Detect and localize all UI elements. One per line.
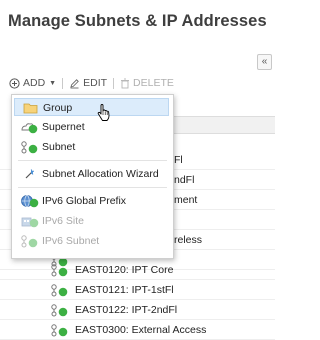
tree-row-label: ndFl: [174, 174, 195, 186]
menu-item-label: IPv6 Global Prefix: [42, 195, 127, 207]
tree-row-label: EAST0120: IPT Core: [75, 264, 174, 276]
wizard-icon: [25, 168, 35, 179]
site-icon: [21, 217, 39, 228]
tree-row-label: EAST0122: IPT-2ndFl: [75, 304, 178, 316]
subnet-status-icon: [51, 264, 68, 277]
collapse-panel-button[interactable]: «: [257, 54, 272, 70]
menu-item-label: IPv6 Site: [42, 215, 85, 227]
menu-item-subnet-allocation-wizard[interactable]: Subnet Allocation Wizard: [14, 165, 169, 183]
caret-down-icon: ▼: [49, 79, 57, 87]
menu-item-supernet[interactable]: Supernet: [14, 118, 169, 136]
add-label: ADD: [23, 77, 46, 89]
tree-row[interactable]: EAST0121: IPT-1stFl: [0, 280, 275, 300]
tree-row[interactable]: EAST0120: IPT Core: [0, 260, 275, 280]
tree-row-label: Fl: [174, 154, 183, 166]
menu-item-ipv6-site[interactable]: IPv6 Site: [14, 212, 169, 230]
edit-button[interactable]: EDIT: [69, 77, 107, 89]
supernet-icon: [21, 123, 38, 134]
menu-item-label: Group: [43, 102, 73, 114]
add-dropdown-menu: Group Supernet Subnet Subnet Allocation …: [11, 94, 174, 259]
hand-pointer-icon: [97, 104, 110, 121]
subnet-status-icon: [51, 304, 68, 317]
pencil-icon: [70, 78, 79, 88]
menu-divider: [18, 187, 167, 188]
subnet-icon: [21, 235, 38, 248]
globe-icon: [21, 195, 39, 208]
toolbar-divider: [113, 77, 115, 89]
tree-row-label: reless: [174, 234, 203, 246]
delete-label: DELETE: [133, 77, 174, 89]
toolbar-divider: [62, 77, 64, 89]
menu-item-label: IPv6 Subnet: [42, 235, 100, 247]
tree-row[interactable]: EAST0122: IPT-2ndFl: [0, 300, 275, 320]
delete-button[interactable]: DELETE: [120, 77, 174, 89]
menu-item-group[interactable]: Group: [14, 98, 169, 116]
menu-item-ipv6-subnet[interactable]: IPv6 Subnet: [14, 232, 169, 250]
menu-item-subnet[interactable]: Subnet: [14, 138, 169, 156]
menu-item-label: Subnet Allocation Wizard: [42, 168, 159, 180]
plus-circle-icon: [9, 77, 20, 89]
page-title: Manage Subnets & IP Addresses: [8, 12, 267, 30]
menu-divider: [18, 160, 167, 161]
toolbar: ADD ▼ EDIT DELETE: [9, 74, 275, 92]
tree-row-label: EAST0121: IPT-1stFl: [75, 284, 174, 296]
subnet-status-icon: [51, 324, 68, 337]
subnet-icon: [21, 141, 38, 154]
tree-row-label: ment: [174, 194, 198, 206]
menu-item-label: Subnet: [42, 141, 76, 153]
menu-item-ipv6-global-prefix[interactable]: IPv6 Global Prefix: [14, 192, 169, 210]
tree-row-label: EAST0300: External Access: [75, 324, 207, 336]
subnet-status-icon: [51, 284, 68, 297]
menu-item-label: Supernet: [42, 121, 85, 133]
folder-icon: [23, 103, 38, 114]
trash-icon: [121, 78, 130, 88]
tree-row[interactable]: EAST0300: External Access: [0, 320, 275, 340]
edit-label: EDIT: [83, 77, 108, 89]
add-button[interactable]: ADD ▼: [9, 77, 56, 89]
